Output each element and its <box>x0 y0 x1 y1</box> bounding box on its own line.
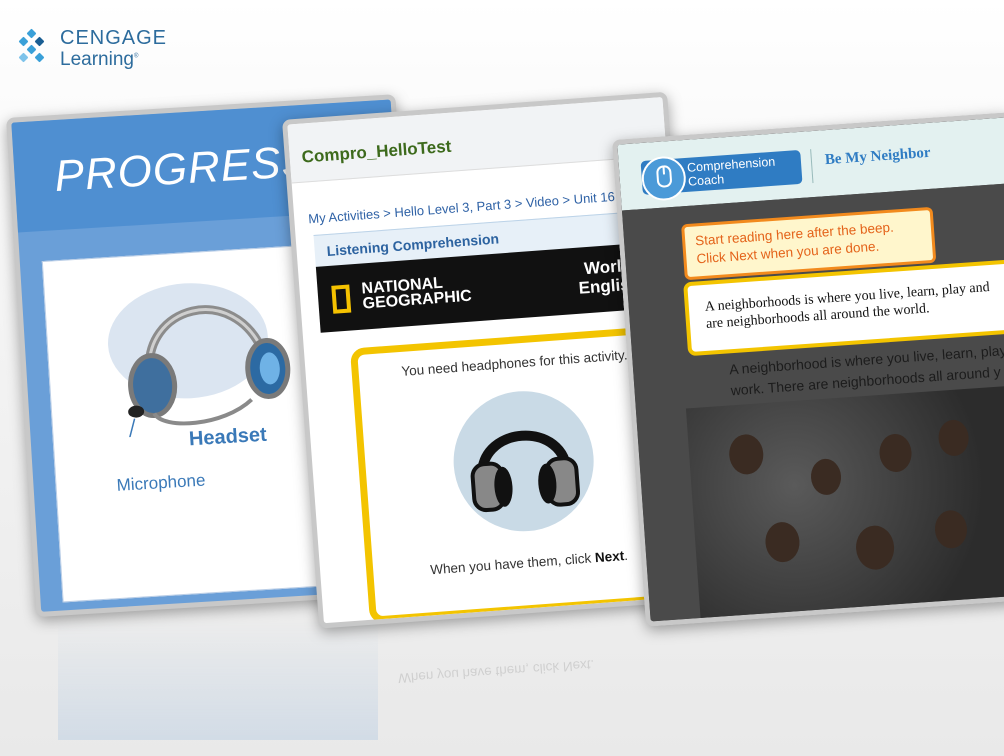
coach-label: Comprehension Coach <box>686 154 776 189</box>
comprehension-coach-card: Comprehension Coach Be My Neighbor Start… <box>612 112 1004 627</box>
comprehension-coach-button[interactable]: Comprehension Coach <box>640 149 803 202</box>
headphones-required-text: You need headphones for this activity. <box>400 347 629 379</box>
next-instruction-end: . <box>623 547 629 564</box>
mouse-icon <box>640 154 688 202</box>
reflection-text: When you have them, click Next. <box>397 657 595 686</box>
app-title: Compro_HelloTest <box>301 136 452 167</box>
natgeo-logo-icon <box>331 284 352 314</box>
next-instruction: When you have them, click Next. <box>373 544 685 582</box>
next-instruction-text: When you have them, click <box>429 550 596 578</box>
cengage-logo: CENGAGE Learning® <box>18 28 167 69</box>
reflection: When you have them, click Next. <box>0 610 1004 756</box>
reading-tip-text: Start reading here after the beep. Click… <box>694 219 895 267</box>
brand-line2: Learning <box>60 49 134 70</box>
header-divider <box>810 149 814 184</box>
headset-label: Headset <box>188 423 268 451</box>
headphones-backdrop <box>448 386 599 537</box>
brand-reg: ® <box>133 53 139 60</box>
cengage-logo-icon <box>18 28 54 68</box>
neighborhood-photo <box>685 384 1004 618</box>
headset-icon <box>116 305 291 440</box>
natgeo-wordmark: NATIONAL GEOGRAPHIC <box>360 274 473 313</box>
lesson-title: Be My Neighbor <box>824 144 932 169</box>
headphones-icon <box>470 430 581 513</box>
reflection-card <box>58 620 378 740</box>
passage-highlight-text: A neighborhoods is where you live, learn… <box>704 279 991 333</box>
next-keyword: Next <box>594 548 625 566</box>
microphone-label: Microphone <box>116 470 206 495</box>
brand-line1: CENGAGE <box>60 27 168 49</box>
